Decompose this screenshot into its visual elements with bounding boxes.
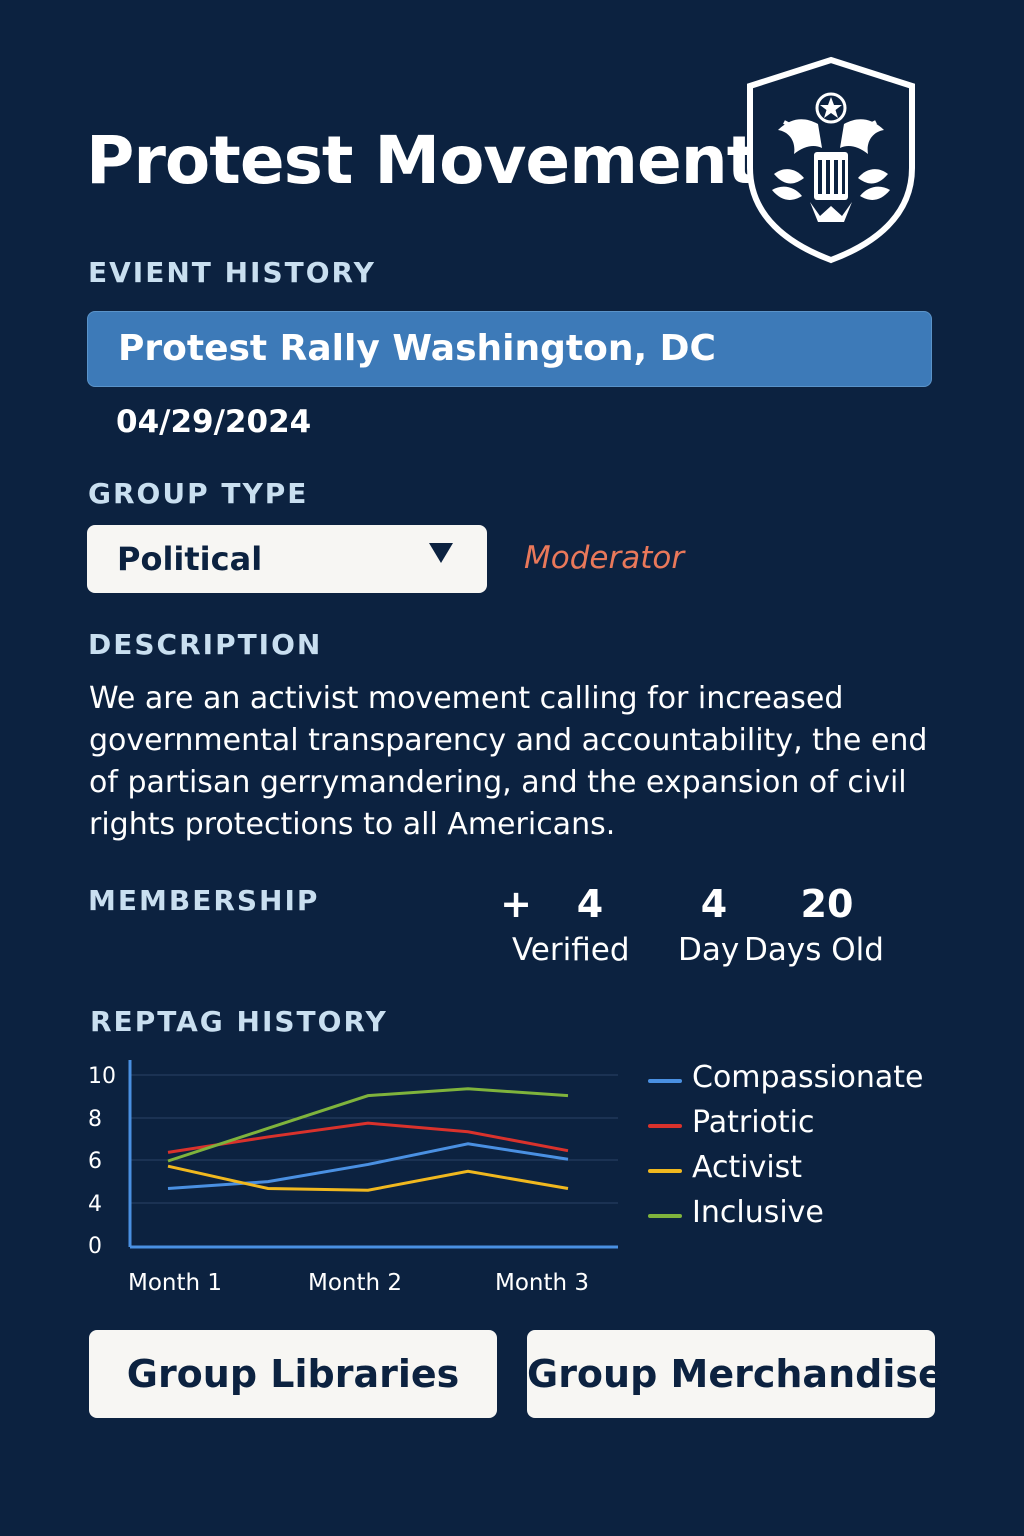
group-merchandise-button[interactable]: Group Merchandise bbox=[527, 1330, 944, 1418]
group-libraries-button[interactable]: Group Libraries bbox=[89, 1330, 497, 1418]
group-type-value: Political bbox=[117, 540, 263, 578]
y-tick-label: 0 bbox=[88, 1234, 102, 1259]
day-count: 4 bbox=[700, 882, 728, 926]
role-label: Moderator bbox=[524, 540, 685, 576]
description-heading: DESCRIPTION bbox=[88, 628, 323, 661]
x-tick-label: Month 3 bbox=[495, 1270, 589, 1296]
legend-label: Compassionate bbox=[692, 1060, 924, 1095]
reptag-line-chart: 10 8 6 4 0 Month 1 Month 2 Month 3 bbox=[88, 1060, 618, 1296]
series-line-patriotic bbox=[167, 1121, 569, 1154]
group-profile-page: Protest Movement EVIENT HISTORY Protest … bbox=[0, 0, 1024, 1536]
series-line-compassionate bbox=[167, 1142, 569, 1191]
verified-label: Verified bbox=[512, 932, 630, 968]
dropdown-caret-icon bbox=[429, 543, 453, 563]
event-history-heading: EVIENT HISTORY bbox=[88, 256, 376, 289]
event-date: 04/29/2024 bbox=[116, 404, 312, 440]
page-title: Protest Movement bbox=[86, 122, 758, 199]
group-type-heading: GROUP TYPE bbox=[88, 477, 309, 510]
series-line-activist bbox=[167, 1164, 569, 1192]
y-tick-label: 8 bbox=[88, 1107, 102, 1132]
legend-label: Inclusive bbox=[692, 1195, 824, 1230]
reptag-history-heading: REPTAG HISTORY bbox=[90, 1005, 388, 1038]
event-name: Protest Rally Washington, DC bbox=[118, 328, 716, 369]
group-type-select[interactable]: Political bbox=[87, 525, 487, 593]
description-text: We are an activist movement calling for … bbox=[89, 681, 928, 842]
legend-label: Patriotic bbox=[692, 1105, 815, 1140]
y-tick-label: 6 bbox=[88, 1149, 102, 1174]
legend-swatch bbox=[648, 1079, 682, 1083]
membership-heading: MEMBERSHIP bbox=[88, 884, 320, 917]
day-label: Day bbox=[678, 932, 740, 968]
y-tick-label: 4 bbox=[88, 1192, 102, 1217]
verified-count: 4 bbox=[576, 882, 604, 926]
event-item[interactable]: Protest Rally Washington, DC bbox=[87, 311, 932, 387]
days-old-label: Days Old bbox=[744, 932, 884, 968]
legend-swatch bbox=[648, 1214, 682, 1218]
x-tick-label: Month 1 bbox=[128, 1270, 222, 1296]
legend-swatch bbox=[648, 1169, 682, 1173]
legend-label: Activist bbox=[692, 1150, 803, 1185]
legend-swatch bbox=[648, 1124, 682, 1128]
x-tick-label: Month 2 bbox=[308, 1270, 402, 1296]
eagle-seal-icon bbox=[747, 56, 915, 264]
membership-plus: + bbox=[500, 882, 532, 926]
days-old-count: 20 bbox=[800, 882, 854, 926]
y-tick-label: 10 bbox=[88, 1064, 116, 1089]
